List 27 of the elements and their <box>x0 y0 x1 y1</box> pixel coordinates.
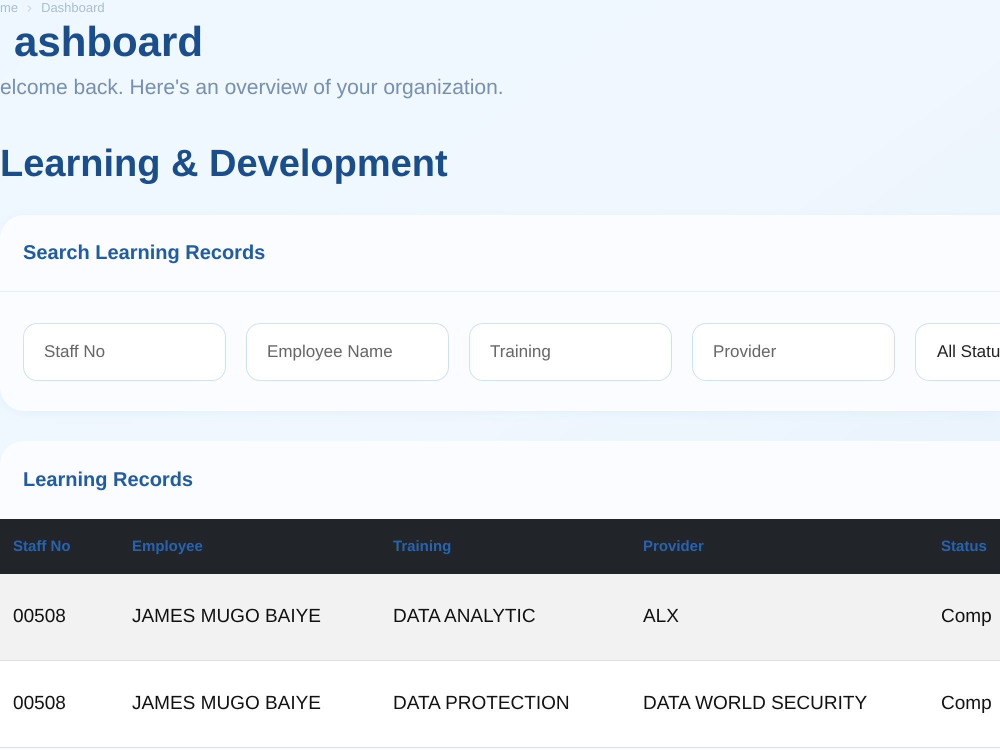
search-input[interactable]: Provider <box>692 323 895 381</box>
training-name: DATA ANALYTIC <box>393 606 536 627</box>
search-input[interactable]: Training <box>469 323 672 381</box>
employee-name: JAMES MUGO BAIYE <box>132 606 321 627</box>
section-title: Learning & Development <box>0 142 448 186</box>
column-header[interactable]: Provider <box>643 538 704 554</box>
breadcrumb-link[interactable]: me <box>0 1 18 15</box>
employee-name: JAMES MUGO BAIYE <box>132 692 321 714</box>
page-title: ashboard <box>13 19 204 65</box>
search-input[interactable]: Staff No <box>23 323 226 381</box>
status-text: Comp <box>941 692 992 714</box>
status-text: Comp <box>941 606 992 627</box>
staff-number: 00508 <box>13 692 66 714</box>
provider-name: ALX <box>643 606 679 627</box>
card-title: Learning Records <box>23 468 194 493</box>
column-header[interactable]: Employee <box>132 538 203 554</box>
search-input[interactable]: Employee Name <box>246 323 449 381</box>
column-header[interactable]: Staff No <box>13 538 70 554</box>
breadcrumb-link[interactable]: Dashboard <box>41 1 105 15</box>
status-select[interactable]: All Statu <box>915 323 1000 381</box>
column-header[interactable]: Training <box>393 538 452 554</box>
column-header[interactable]: Status <box>941 538 987 554</box>
provider-name: DATA WORLD SECURITY <box>643 692 868 714</box>
staff-number: 00508 <box>13 606 66 627</box>
page-subtitle: elcome back. Here's an overview of your organization. <box>0 76 504 100</box>
training-name: DATA PROTECTION <box>393 692 570 714</box>
card-title: Search Learning Records <box>23 241 266 266</box>
